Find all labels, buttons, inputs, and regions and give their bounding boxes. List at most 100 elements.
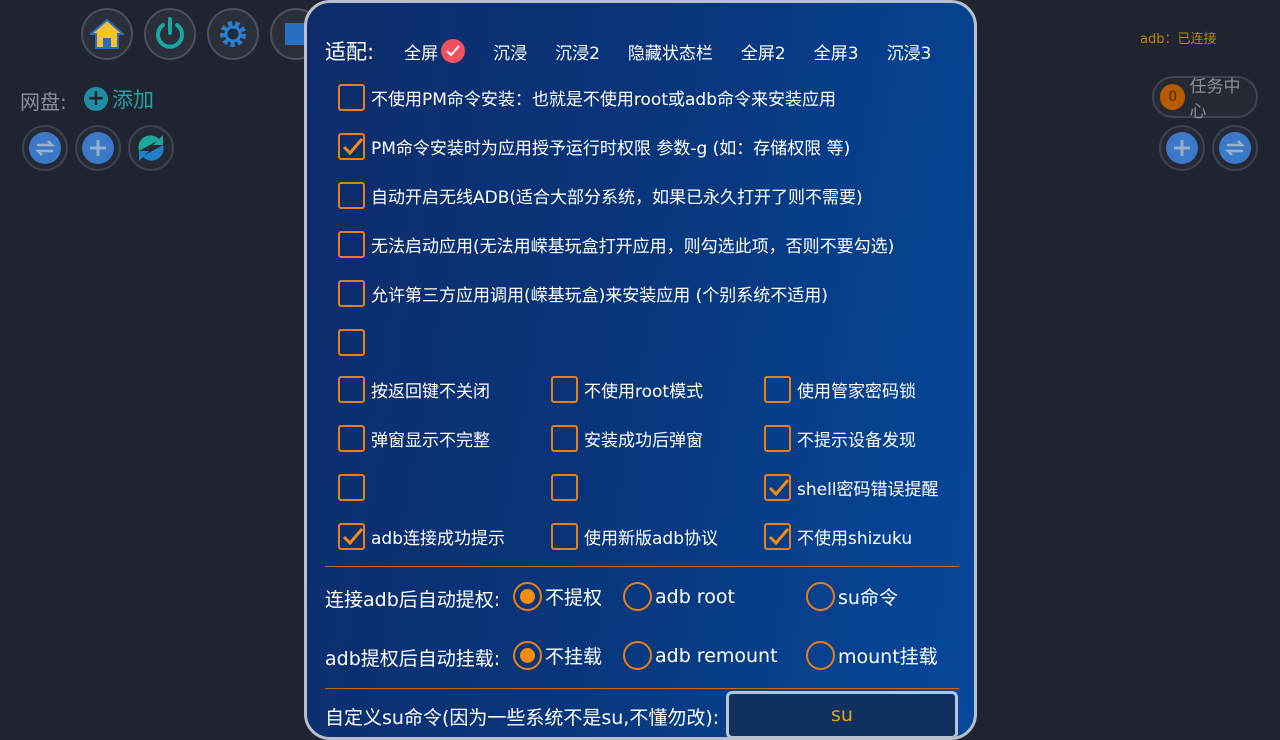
swap-button-right[interactable] bbox=[1212, 125, 1258, 171]
privilege-radio-0[interactable]: 不提权 bbox=[513, 582, 602, 611]
checkbox-label: shell密码错误提醒 bbox=[797, 480, 939, 500]
mode-option-immersive3[interactable]: 沉浸3 bbox=[887, 39, 932, 64]
grid-option-2-1[interactable] bbox=[551, 474, 584, 501]
task-center-label: 任务中心 bbox=[1189, 77, 1241, 122]
checkbox[interactable] bbox=[764, 425, 791, 452]
mode-label: 全屏 bbox=[404, 43, 439, 64]
add-netdisk-button[interactable]: + 添加 bbox=[84, 84, 154, 114]
checkmark-icon bbox=[768, 479, 790, 497]
mode-option-immersive[interactable]: 沉浸 bbox=[493, 39, 527, 64]
grid-option-3-0[interactable]: adb连接成功提示 bbox=[338, 523, 505, 550]
grid-option-0-0[interactable]: 按返回键不关闭 bbox=[338, 376, 490, 403]
mode-title: 适配: bbox=[325, 40, 375, 64]
privilege-radio-2[interactable]: su命令 bbox=[806, 582, 898, 611]
su-command-input[interactable]: su bbox=[726, 691, 958, 737]
mode-option-hide-statusbar[interactable]: 隐藏状态栏 bbox=[628, 39, 713, 64]
checkbox[interactable] bbox=[551, 474, 578, 501]
checkbox[interactable] bbox=[338, 329, 365, 356]
checkbox[interactable] bbox=[551, 523, 578, 550]
grid-option-1-2[interactable]: 不提示设备发现 bbox=[764, 425, 916, 452]
checkbox[interactable] bbox=[338, 474, 365, 501]
radio-circle[interactable] bbox=[623, 641, 652, 670]
option-row-3[interactable]: 无法启动应用(无法用嵘基玩盒打开应用，则勾选此项，否则不要勾选) bbox=[338, 231, 894, 258]
grid-option-2-2[interactable]: shell密码错误提醒 bbox=[764, 474, 939, 501]
checkbox-checked[interactable] bbox=[764, 523, 791, 550]
radio-selected-dot bbox=[520, 648, 535, 663]
mount-label: adb提权后自动挂载: bbox=[325, 648, 501, 670]
radio-label: mount挂载 bbox=[838, 646, 938, 668]
radio-circle[interactable] bbox=[513, 582, 542, 611]
checkmark-icon bbox=[768, 528, 790, 546]
mount-radio-1[interactable]: adb remount bbox=[623, 641, 778, 670]
checkmark-icon bbox=[342, 528, 364, 546]
checkbox-label: 使用管家密码锁 bbox=[797, 382, 916, 402]
mode-option-fullscreen2[interactable]: 全屏2 bbox=[741, 39, 786, 64]
checkbox[interactable] bbox=[338, 376, 365, 403]
refresh-button[interactable] bbox=[128, 125, 174, 171]
privilege-radio-1[interactable]: adb root bbox=[623, 582, 735, 611]
mode-option-fullscreen[interactable]: 全屏 bbox=[404, 39, 466, 64]
grid-option-2-0[interactable] bbox=[338, 474, 371, 501]
checkbox-label: 按返回键不关闭 bbox=[371, 382, 490, 402]
grid-option-1-1[interactable]: 安装成功后弹窗 bbox=[551, 425, 703, 452]
mode-option-immersive2[interactable]: 沉浸2 bbox=[555, 39, 600, 64]
checkbox[interactable] bbox=[338, 280, 365, 307]
grid-option-0-1[interactable]: 不使用root模式 bbox=[551, 376, 703, 403]
plus-icon bbox=[82, 132, 114, 164]
option-row-0[interactable]: 不使用PM命令安装：也就是不使用root或adb命令来安装应用 bbox=[338, 84, 836, 111]
radio-selected-dot bbox=[520, 589, 535, 604]
checkbox-checked[interactable] bbox=[764, 474, 791, 501]
checkbox-label: 不使用shizuku bbox=[797, 529, 913, 549]
grid-option-1-0[interactable]: 弹窗显示不完整 bbox=[338, 425, 490, 452]
mount-radio-2[interactable]: mount挂载 bbox=[806, 641, 938, 670]
checkbox-label: PM命令安装时为应用授予运行时权限 参数-g (如：存储权限 等) bbox=[371, 139, 851, 159]
add-button-right[interactable] bbox=[1159, 125, 1205, 171]
checkbox[interactable] bbox=[338, 425, 365, 452]
radio-circle[interactable] bbox=[513, 641, 542, 670]
checkbox-label: 弹窗显示不完整 bbox=[371, 431, 490, 451]
swap-button-left[interactable] bbox=[22, 125, 68, 171]
grid-option-0-2[interactable]: 使用管家密码锁 bbox=[764, 376, 916, 403]
swap-icon bbox=[29, 132, 61, 164]
mount-radio-0[interactable]: 不挂载 bbox=[513, 641, 602, 670]
add-button-left[interactable] bbox=[75, 125, 121, 171]
option-row-2[interactable]: 自动开启无线ADB(适合大部分系统，如果已永久打开了则不需要) bbox=[338, 182, 863, 209]
task-count-badge: 0 bbox=[1160, 84, 1186, 110]
check-badge-icon bbox=[441, 39, 466, 63]
checkbox-label: 不提示设备发现 bbox=[797, 431, 916, 451]
grid-option-3-1[interactable]: 使用新版adb协议 bbox=[551, 523, 718, 550]
checkbox-label: 不使用PM命令安装：也就是不使用root或adb命令来安装应用 bbox=[371, 90, 837, 110]
power-button[interactable] bbox=[144, 8, 196, 60]
checkbox-label: 自动开启无线ADB(适合大部分系统，如果已永久打开了则不需要) bbox=[371, 188, 863, 208]
gear-icon bbox=[220, 21, 246, 47]
grid-option-3-2[interactable]: 不使用shizuku bbox=[764, 523, 912, 550]
checkbox[interactable] bbox=[338, 84, 365, 111]
mode-option-fullscreen3[interactable]: 全屏3 bbox=[814, 39, 859, 64]
radio-label: adb root bbox=[655, 585, 735, 608]
option-row-1[interactable]: PM命令安装时为应用授予运行时权限 参数-g (如：存储权限 等) bbox=[338, 133, 850, 160]
checkbox[interactable] bbox=[551, 376, 578, 403]
checkbox-label: 安装成功后弹窗 bbox=[584, 431, 703, 451]
checkbox-checked[interactable] bbox=[338, 523, 365, 550]
checkbox[interactable] bbox=[338, 182, 365, 209]
radio-label: su命令 bbox=[838, 587, 898, 609]
radio-label: 不挂载 bbox=[545, 646, 603, 668]
task-center-button[interactable]: 0 任务中心 bbox=[1152, 76, 1258, 122]
radio-circle[interactable] bbox=[623, 582, 652, 611]
home-button[interactable] bbox=[81, 8, 133, 60]
divider bbox=[325, 688, 959, 689]
adb-status: adb：已连接 bbox=[1140, 32, 1217, 47]
add-label: 添加 bbox=[112, 88, 154, 112]
checkbox[interactable] bbox=[764, 376, 791, 403]
option-row-5[interactable] bbox=[338, 329, 371, 356]
radio-circle[interactable] bbox=[806, 582, 835, 611]
radio-circle[interactable] bbox=[806, 641, 835, 670]
settings-button[interactable] bbox=[207, 8, 259, 60]
checkbox[interactable] bbox=[551, 425, 578, 452]
option-row-4[interactable]: 允许第三方应用调用(嵘基玩盒)来安装应用 (个别系统不适用) bbox=[338, 280, 828, 307]
checkbox[interactable] bbox=[338, 231, 365, 258]
checkbox-checked[interactable] bbox=[338, 133, 365, 160]
plus-icon bbox=[1166, 132, 1198, 164]
refresh-icon bbox=[138, 135, 164, 161]
home-icon bbox=[90, 18, 124, 49]
